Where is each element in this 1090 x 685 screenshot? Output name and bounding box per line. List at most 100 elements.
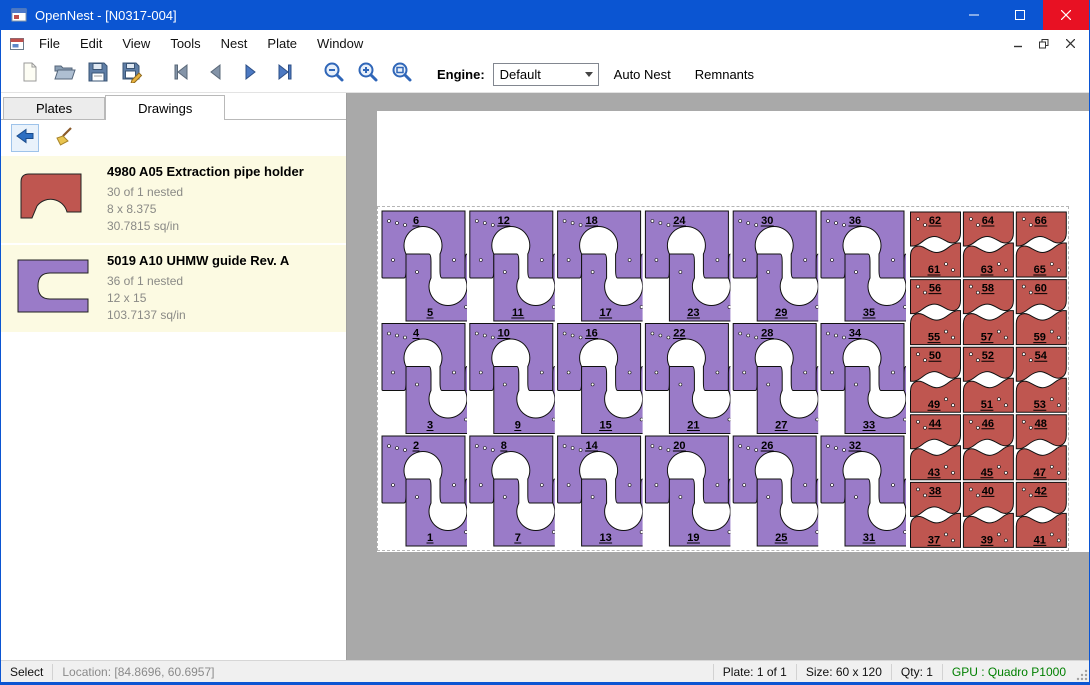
part-number: 41 [1034,534,1046,546]
tab-strip: Plates Drawings [1,93,346,119]
resize-grip[interactable] [1075,661,1089,682]
tab-plates[interactable]: Plates [3,97,105,119]
part-number: 65 [1034,264,1046,276]
document-icon[interactable] [9,36,25,52]
zoom-out-button[interactable] [317,60,351,90]
part-number: 36 [849,215,861,227]
menu-plate[interactable]: Plate [257,31,307,56]
close-button[interactable] [1043,0,1089,30]
app-icon [11,7,27,23]
nav-last-button[interactable] [267,60,301,90]
nav-prev-button[interactable] [199,60,233,90]
menu-edit[interactable]: Edit [70,31,112,56]
part-number: 26 [761,440,773,452]
part-number: 4 [413,328,420,340]
open-icon [52,60,76,89]
move-to-plate-button[interactable] [11,124,39,152]
part-number: 13 [599,532,611,544]
part-number: 24 [673,215,686,227]
status-size: Size: 60 x 120 [797,665,891,679]
zoom-fit-button[interactable] [385,60,419,90]
drawing-nested: 36 of 1 nested [107,273,289,290]
part-number: 60 [1035,283,1047,295]
zoom-in-button[interactable] [351,60,385,90]
menu-tools[interactable]: Tools [160,31,210,56]
part-number: 51 [981,399,993,411]
part-number: 2 [413,440,419,452]
part-number: 59 [1034,332,1046,344]
part-number: 64 [982,215,995,227]
minimize-button[interactable] [951,0,997,30]
auto-nest-button[interactable]: Auto Nest [605,60,680,89]
part-number: 57 [981,332,993,344]
zoom-in-icon [356,60,380,89]
menu-file[interactable]: File [29,31,70,56]
new-button[interactable] [13,60,47,90]
main-toolbar: Engine: Default Auto Nest Remnants [1,57,1089,93]
status-gpu: GPU : Quadro P1000 [943,665,1075,679]
part-number: 45 [981,467,993,479]
part-number: 29 [775,307,787,319]
title-bar: OpenNest - [N0317-004] [1,0,1089,30]
part-number: 53 [1034,399,1046,411]
part-number: 40 [982,485,994,497]
mdi-minimize-button[interactable] [1007,35,1029,53]
part-number: 9 [515,420,521,432]
part-number: 32 [849,440,861,452]
clear-button[interactable] [49,124,77,152]
part-number: 20 [673,440,685,452]
part-number: 18 [585,215,597,227]
nav-next-button[interactable] [233,60,267,90]
status-qty: Qty: 1 [892,665,942,679]
drawing-area: 103.7137 sq/in [107,307,289,324]
part-number: 37 [928,534,940,546]
save-button[interactable] [81,60,115,90]
part-number: 21 [687,420,699,432]
drawing-title: 4980 A05 Extraction pipe holder [107,164,304,179]
part-number: 61 [928,264,940,276]
part-number: 11 [512,307,524,319]
part-number: 28 [761,328,773,340]
open-button[interactable] [47,60,81,90]
part-number: 66 [1035,215,1047,227]
plate[interactable]: 6512111817242330293635431091615222128273… [377,206,1069,551]
mdi-close-button[interactable] [1059,35,1081,53]
drawing-item-2[interactable]: 5019 A10 UHMW guide Rev. A 36 of 1 neste… [1,245,346,332]
save-as-button[interactable] [115,60,149,90]
nav-first-icon [170,60,194,89]
tab-drawings[interactable]: Drawings [105,95,225,120]
nav-first-button[interactable] [165,60,199,90]
part-number: 25 [775,532,787,544]
blue-arrow-left-icon [14,125,36,152]
part-number: 52 [982,350,994,362]
new-icon [19,61,41,88]
mdi-restore-button[interactable] [1033,35,1055,53]
menu-window[interactable]: Window [307,31,373,56]
menu-nest[interactable]: Nest [211,31,258,56]
menu-view[interactable]: View [112,31,160,56]
status-plate: Plate: 1 of 1 [714,665,796,679]
drawing-nested: 30 of 1 nested [107,184,304,201]
part-number: 49 [928,399,940,411]
part-number: 35 [863,307,875,319]
save-icon [87,61,109,88]
engine-select[interactable]: Default [493,63,599,86]
nest-canvas[interactable]: 6512111817242330293635431091615222128273… [347,93,1089,660]
part-number: 30 [761,215,773,227]
part-number: 47 [1034,467,1046,479]
status-location: Location: [84.8696, 60.6957] [53,665,223,679]
part-number: 43 [928,467,940,479]
drawings-toolbar [1,120,346,156]
part-number: 17 [599,307,611,319]
remnants-button[interactable]: Remnants [686,60,763,89]
part-number: 46 [982,418,994,430]
engine-value: Default [500,67,541,82]
maximize-button[interactable] [997,0,1043,30]
part-number: 3 [427,420,433,432]
chevron-down-icon [585,72,593,77]
nav-prev-icon [204,60,228,89]
status-mode: Select [1,665,52,679]
drawing-item-1[interactable]: 4980 A05 Extraction pipe holder 30 of 1 … [1,156,346,243]
part-number: 15 [599,420,611,432]
drawing-list: 4980 A05 Extraction pipe holder 30 of 1 … [1,156,346,660]
